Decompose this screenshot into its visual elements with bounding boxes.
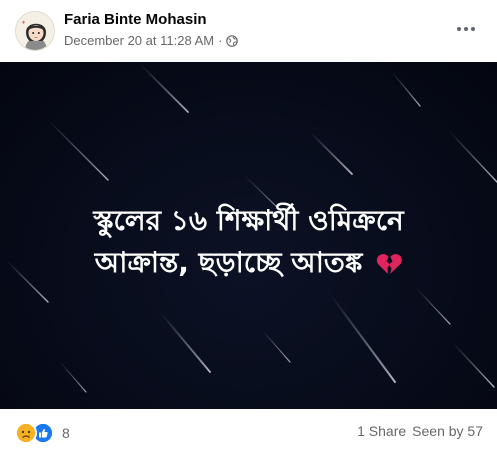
seen-by-count[interactable]: Seen by 57 <box>412 423 483 439</box>
post-footer: 8 1 Share Seen by 57 <box>0 409 497 453</box>
author-name[interactable]: Faria Binte Mohasin <box>64 11 207 28</box>
post-timestamp[interactable]: December 20 at 11:28 AM <box>64 33 214 48</box>
caption-line-2: আক্রান্ত, ছড়াচ্ছে আতঙ্ক <box>0 242 497 288</box>
post-image[interactable]: স্কুলের ১৬ শিক্ষার্থী ওমিক্রনে আক্রান্ত,… <box>0 62 497 409</box>
globe-icon[interactable] <box>226 34 239 47</box>
more-options-icon[interactable] <box>453 18 479 40</box>
sad-reaction-icon <box>15 422 37 444</box>
avatar-illustration-icon <box>16 12 54 50</box>
post-stats: 1 Share Seen by 57 <box>357 423 483 439</box>
facebook-post: Faria Binte Mohasin December 20 at 11:28… <box>0 0 497 453</box>
reaction-count[interactable]: 8 <box>62 425 70 441</box>
meta-separator: · <box>218 33 223 48</box>
post-header: Faria Binte Mohasin December 20 at 11:28… <box>0 0 497 62</box>
caption-line-2-text: আক্রান্ত, ছড়াচ্ছে আতঙ্ক <box>94 246 363 279</box>
post-meta: December 20 at 11:28 AM · <box>64 33 239 48</box>
broken-heart-icon <box>376 246 402 288</box>
avatar[interactable] <box>15 11 55 51</box>
caption-line-1: স্কুলের ১৬ শিক্ষার্থী ওমিক্রনে <box>93 204 404 237</box>
share-count[interactable]: 1 Share <box>357 423 406 439</box>
image-caption: স্কুলের ১৬ শিক্ষার্থী ওমিক্রনে আক্রান্ত,… <box>0 200 497 288</box>
reactions-summary[interactable]: 8 <box>15 422 70 444</box>
